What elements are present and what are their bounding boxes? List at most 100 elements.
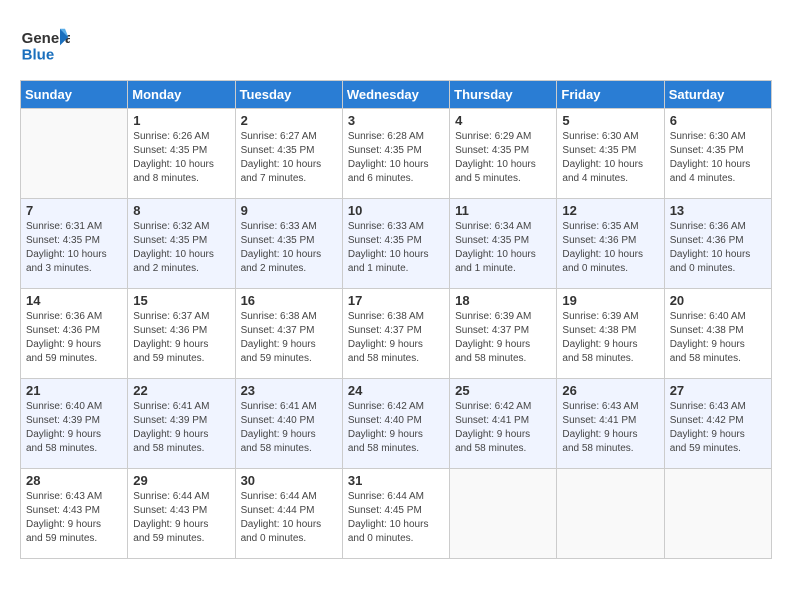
calendar-cell: 24 Sunrise: 6:42 AM Sunset: 4:40 PM Dayli… — [342, 379, 449, 469]
day-info: Sunrise: 6:33 AM Sunset: 4:35 PM Dayligh… — [348, 220, 444, 276]
day-number: 26 — [562, 383, 658, 398]
day-number: 12 — [562, 203, 658, 218]
day-number: 21 — [26, 383, 122, 398]
day-of-week-header: Friday — [557, 81, 664, 109]
day-number: 5 — [562, 113, 658, 128]
day-info: Sunrise: 6:28 AM Sunset: 4:35 PM Dayligh… — [348, 130, 444, 186]
calendar-cell: 8Sunrise: 6:32 AM Sunset: 4:35 PM Daylig… — [128, 199, 235, 289]
day-info: Sunrise: 6:35 AM Sunset: 4:36 PM Dayligh… — [562, 220, 658, 276]
day-info: Sunrise: 6:38 AM Sunset: 4:37 PM Dayligh… — [348, 310, 444, 366]
day-info: Sunrise: 6:42 AM Sunset: 4:41 PM Dayligh… — [455, 400, 551, 456]
day-info: Sunrise: 6:36 AM Sunset: 4:36 PM Dayligh… — [670, 220, 766, 276]
calendar-table: SundayMondayTuesdayWednesdayThursdayFrid… — [20, 80, 772, 559]
day-number: 10 — [348, 203, 444, 218]
day-number: 29 — [133, 473, 229, 488]
day-info: Sunrise: 6:33 AM Sunset: 4:35 PM Dayligh… — [241, 220, 337, 276]
day-of-week-header: Wednesday — [342, 81, 449, 109]
calendar-cell: 4 Sunrise: 6:29 AM Sunset: 4:35 PM Daylig… — [450, 109, 557, 199]
calendar-cell: 18Sunrise: 6:39 AM Sunset: 4:37 PM Dayli… — [450, 289, 557, 379]
page-header: General Blue — [20, 20, 772, 70]
calendar-cell: 19 Sunrise: 6:39 AM Sunset: 4:38 PM Dayli… — [557, 289, 664, 379]
day-number: 24 — [348, 383, 444, 398]
day-info: Sunrise: 6:42 AM Sunset: 4:40 PM Dayligh… — [348, 400, 444, 456]
day-info: Sunrise: 6:27 AM Sunset: 4:35 PM Dayligh… — [241, 130, 337, 186]
calendar-cell: 22 Sunrise: 6:41 AM Sunset: 4:39 PM Dayli… — [128, 379, 235, 469]
day-info: Sunrise: 6:40 AM Sunset: 4:38 PM Dayligh… — [670, 310, 766, 366]
calendar-cell — [664, 469, 771, 559]
calendar-cell: 23 Sunrise: 6:41 AM Sunset: 4:40 PM Dayli… — [235, 379, 342, 469]
day-info: Sunrise: 6:39 AM Sunset: 4:37 PM Dayligh… — [455, 310, 551, 366]
day-number: 17 — [348, 293, 444, 308]
day-number: 19 — [562, 293, 658, 308]
calendar-week-row: 21 Sunrise: 6:40 AM Sunset: 4:39 PM Dayli… — [21, 379, 772, 469]
day-info: Sunrise: 6:41 AM Sunset: 4:39 PM Dayligh… — [133, 400, 229, 456]
day-number: 27 — [670, 383, 766, 398]
day-info: Sunrise: 6:44 AM Sunset: 4:44 PM Dayligh… — [241, 490, 337, 546]
day-info: Sunrise: 6:32 AM Sunset: 4:35 PM Dayligh… — [133, 220, 229, 276]
day-number: 31 — [348, 473, 444, 488]
calendar-cell: 20 Sunrise: 6:40 AM Sunset: 4:38 PM Dayli… — [664, 289, 771, 379]
day-info: Sunrise: 6:40 AM Sunset: 4:39 PM Dayligh… — [26, 400, 122, 456]
day-of-week-header: Saturday — [664, 81, 771, 109]
calendar-cell: 30 Sunrise: 6:44 AM Sunset: 4:44 PM Dayli… — [235, 469, 342, 559]
day-info: Sunrise: 6:29 AM Sunset: 4:35 PM Dayligh… — [455, 130, 551, 186]
calendar-cell: 21 Sunrise: 6:40 AM Sunset: 4:39 PM Dayli… — [21, 379, 128, 469]
day-of-week-header: Monday — [128, 81, 235, 109]
day-number: 2 — [241, 113, 337, 128]
day-info: Sunrise: 6:36 AM Sunset: 4:36 PM Dayligh… — [26, 310, 122, 366]
calendar-cell: 25Sunrise: 6:42 AM Sunset: 4:41 PM Dayli… — [450, 379, 557, 469]
day-number: 30 — [241, 473, 337, 488]
day-number: 11 — [455, 203, 551, 218]
day-number: 22 — [133, 383, 229, 398]
day-of-week-header: Tuesday — [235, 81, 342, 109]
day-info: Sunrise: 6:43 AM Sunset: 4:43 PM Dayligh… — [26, 490, 122, 546]
day-of-week-header: Thursday — [450, 81, 557, 109]
day-number: 9 — [241, 203, 337, 218]
calendar-header-row: SundayMondayTuesdayWednesdayThursdayFrid… — [21, 81, 772, 109]
logo: General Blue — [20, 20, 70, 70]
calendar-cell: 16 Sunrise: 6:38 AM Sunset: 4:37 PM Dayli… — [235, 289, 342, 379]
day-info: Sunrise: 6:41 AM Sunset: 4:40 PM Dayligh… — [241, 400, 337, 456]
day-number: 3 — [348, 113, 444, 128]
day-info: Sunrise: 6:39 AM Sunset: 4:38 PM Dayligh… — [562, 310, 658, 366]
calendar-cell: 6 Sunrise: 6:30 AM Sunset: 4:35 PM Daylig… — [664, 109, 771, 199]
day-number: 20 — [670, 293, 766, 308]
day-number: 23 — [241, 383, 337, 398]
calendar-cell: 27 Sunrise: 6:43 AM Sunset: 4:42 PM Dayli… — [664, 379, 771, 469]
day-of-week-header: Sunday — [21, 81, 128, 109]
day-number: 14 — [26, 293, 122, 308]
calendar-cell: 17 Sunrise: 6:38 AM Sunset: 4:37 PM Dayli… — [342, 289, 449, 379]
calendar-cell: 29 Sunrise: 6:44 AM Sunset: 4:43 PM Dayli… — [128, 469, 235, 559]
calendar-cell: 2 Sunrise: 6:27 AM Sunset: 4:35 PM Daylig… — [235, 109, 342, 199]
calendar-week-row: 7 Sunrise: 6:31 AM Sunset: 4:35 PM Daylig… — [21, 199, 772, 289]
day-info: Sunrise: 6:26 AM Sunset: 4:35 PM Dayligh… — [133, 130, 229, 186]
day-info: Sunrise: 6:38 AM Sunset: 4:37 PM Dayligh… — [241, 310, 337, 366]
day-number: 28 — [26, 473, 122, 488]
day-info: Sunrise: 6:44 AM Sunset: 4:43 PM Dayligh… — [133, 490, 229, 546]
calendar-cell — [450, 469, 557, 559]
calendar-cell: 7 Sunrise: 6:31 AM Sunset: 4:35 PM Daylig… — [21, 199, 128, 289]
day-info: Sunrise: 6:30 AM Sunset: 4:35 PM Dayligh… — [670, 130, 766, 186]
calendar-cell: 31 Sunrise: 6:44 AM Sunset: 4:45 PM Dayli… — [342, 469, 449, 559]
day-number: 16 — [241, 293, 337, 308]
calendar-week-row: 14 Sunrise: 6:36 AM Sunset: 4:36 PM Dayli… — [21, 289, 772, 379]
calendar-week-row: 1 Sunrise: 6:26 AM Sunset: 4:35 PM Daylig… — [21, 109, 772, 199]
day-info: Sunrise: 6:30 AM Sunset: 4:35 PM Dayligh… — [562, 130, 658, 186]
day-number: 4 — [455, 113, 551, 128]
calendar-cell — [21, 109, 128, 199]
calendar-cell: 5 Sunrise: 6:30 AM Sunset: 4:35 PM Daylig… — [557, 109, 664, 199]
svg-text:Blue: Blue — [22, 47, 55, 64]
day-info: Sunrise: 6:37 AM Sunset: 4:36 PM Dayligh… — [133, 310, 229, 366]
day-info: Sunrise: 6:44 AM Sunset: 4:45 PM Dayligh… — [348, 490, 444, 546]
day-number: 6 — [670, 113, 766, 128]
day-info: Sunrise: 6:43 AM Sunset: 4:42 PM Dayligh… — [670, 400, 766, 456]
day-info: Sunrise: 6:31 AM Sunset: 4:35 PM Dayligh… — [26, 220, 122, 276]
calendar-cell: 12 Sunrise: 6:35 AM Sunset: 4:36 PM Dayli… — [557, 199, 664, 289]
day-info: Sunrise: 6:43 AM Sunset: 4:41 PM Dayligh… — [562, 400, 658, 456]
calendar-cell: 1 Sunrise: 6:26 AM Sunset: 4:35 PM Daylig… — [128, 109, 235, 199]
day-info: Sunrise: 6:34 AM Sunset: 4:35 PM Dayligh… — [455, 220, 551, 276]
day-number: 1 — [133, 113, 229, 128]
calendar-cell: 15Sunrise: 6:37 AM Sunset: 4:36 PM Dayli… — [128, 289, 235, 379]
calendar-cell: 3 Sunrise: 6:28 AM Sunset: 4:35 PM Daylig… — [342, 109, 449, 199]
day-number: 7 — [26, 203, 122, 218]
